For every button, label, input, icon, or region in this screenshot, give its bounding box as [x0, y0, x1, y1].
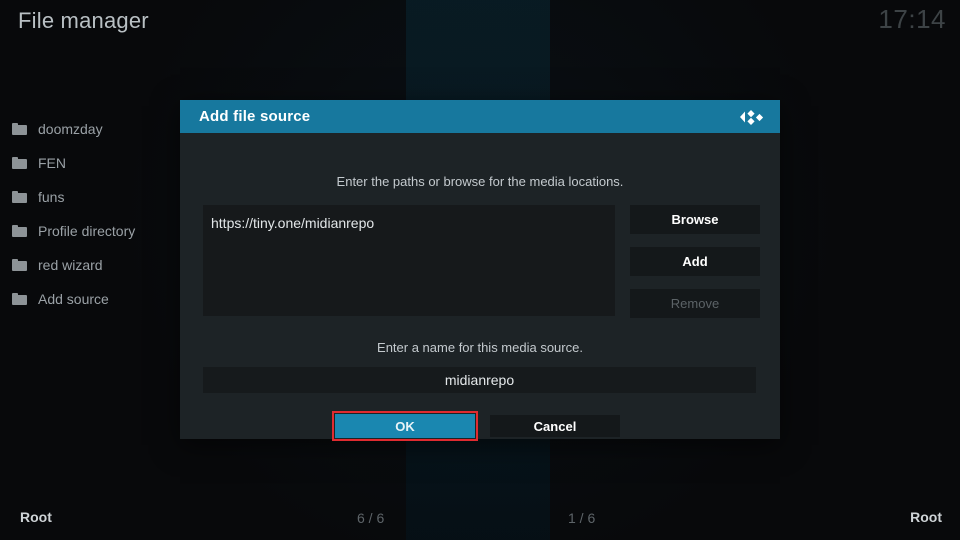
list-item-add-source[interactable]: Add source — [0, 282, 190, 316]
source-name-input[interactable]: midianrepo — [203, 367, 756, 393]
folder-icon — [12, 157, 27, 169]
list-item-label: red wizard — [38, 257, 103, 273]
list-item[interactable]: Profile directory — [0, 214, 190, 248]
list-item[interactable]: red wizard — [0, 248, 190, 282]
add-button[interactable]: Add — [630, 247, 760, 276]
file-list-left[interactable]: doomzday FEN funs Profile directory red … — [0, 112, 190, 316]
remove-button[interactable]: Remove — [630, 289, 760, 318]
footer-right-path: Root — [910, 509, 942, 525]
list-item-label: FEN — [38, 155, 66, 171]
list-item-label: Add source — [38, 291, 109, 307]
path-list-box[interactable]: https://tiny.one/midianrepo — [203, 205, 615, 316]
list-item[interactable]: funs — [0, 180, 190, 214]
ok-button-highlight: OK — [332, 411, 478, 441]
dialog-header: Add file source — [180, 100, 780, 133]
footer-left-count: 6 / 6 — [357, 510, 384, 526]
add-file-source-dialog: Add file source Enter the paths or brows… — [180, 100, 780, 439]
folder-icon — [12, 259, 27, 271]
dialog-action-buttons: OK Cancel — [180, 414, 780, 444]
list-item[interactable]: FEN — [0, 146, 190, 180]
folder-icon — [12, 123, 27, 135]
kodi-logo-icon — [740, 107, 766, 127]
list-item-label: doomzday — [38, 121, 103, 137]
page-title: File manager — [18, 8, 149, 34]
clock: 17:14 — [878, 4, 946, 35]
cancel-button[interactable]: Cancel — [490, 415, 620, 437]
file-manager-screen: File manager 17:14 doomzday FEN funs Pro… — [0, 0, 960, 540]
list-item-label: funs — [38, 189, 64, 205]
path-action-buttons: Browse Add Remove — [630, 205, 760, 331]
name-hint-label: Enter a name for this media source. — [180, 340, 780, 355]
dialog-title: Add file source — [199, 108, 310, 125]
footer-bar: Root 6 / 6 1 / 6 Root — [0, 498, 960, 540]
dialog-body: Enter the paths or browse for the media … — [180, 133, 780, 439]
top-bar: File manager 17:14 — [0, 0, 960, 52]
folder-icon — [12, 225, 27, 237]
footer-right-count: 1 / 6 — [568, 510, 595, 526]
folder-icon — [12, 191, 27, 203]
paths-hint-label: Enter the paths or browse for the media … — [180, 174, 780, 189]
folder-icon — [12, 293, 27, 305]
browse-button[interactable]: Browse — [630, 205, 760, 234]
list-item-label: Profile directory — [38, 223, 135, 239]
list-item[interactable]: doomzday — [0, 112, 190, 146]
path-list-item[interactable]: https://tiny.one/midianrepo — [211, 215, 374, 231]
ok-button[interactable]: OK — [335, 414, 475, 438]
footer-left-path: Root — [20, 509, 52, 525]
